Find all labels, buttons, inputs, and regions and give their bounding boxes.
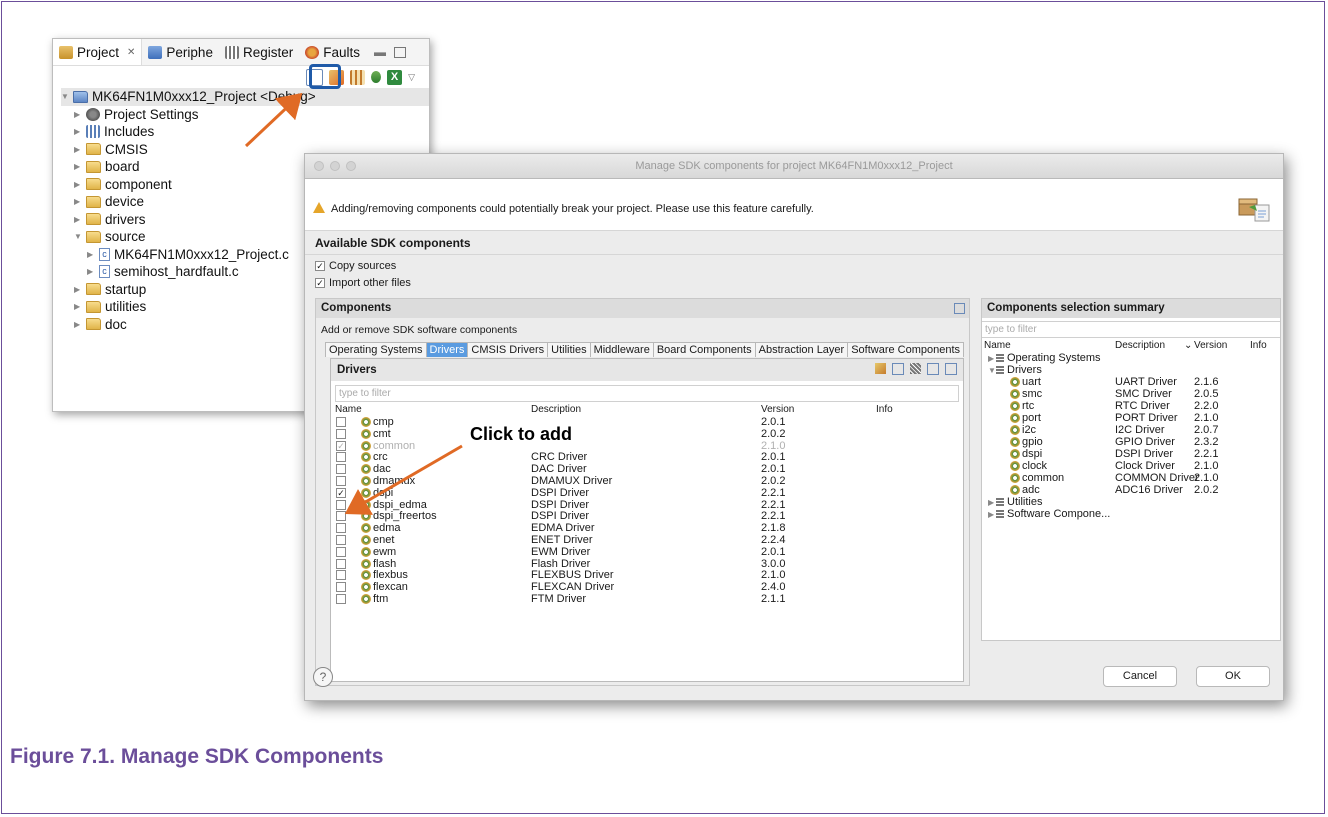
figure-caption: Figure 7.1. Manage SDK Components bbox=[10, 745, 384, 768]
arrow-to-checkbox bbox=[344, 444, 463, 515]
annotation-arrows bbox=[244, 92, 463, 515]
arrow-to-toolbar-icon bbox=[244, 92, 303, 148]
